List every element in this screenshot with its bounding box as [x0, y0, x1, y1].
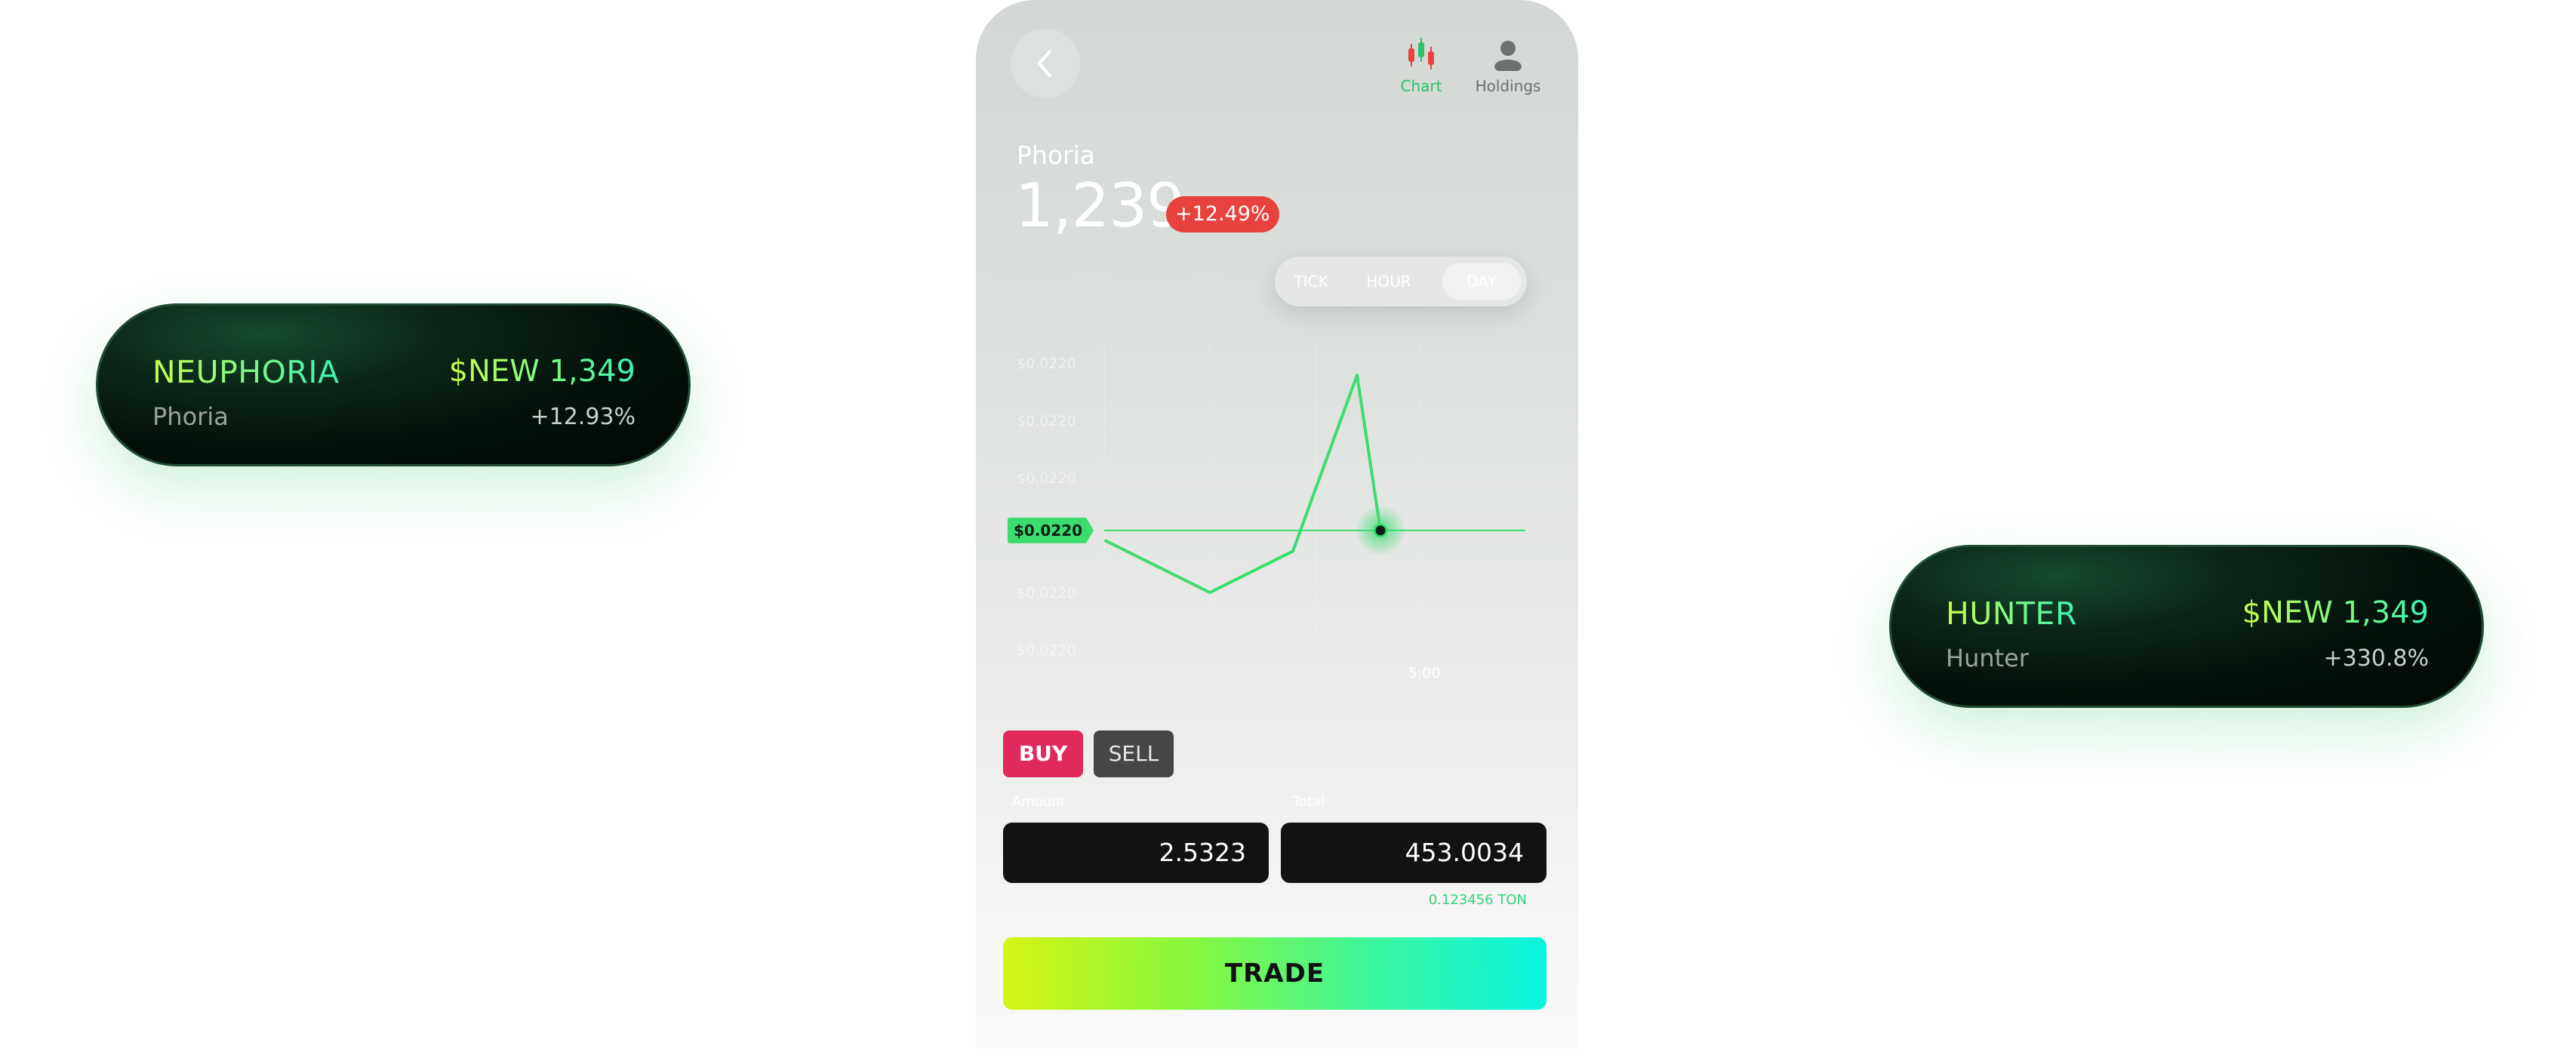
trade-button[interactable]: TRADE — [1003, 937, 1547, 1010]
ticker-subtitle: Hunter — [1946, 644, 2030, 672]
ticker-change: +12.93% — [530, 404, 636, 430]
x-tick-label: 5:00 — [1408, 665, 1441, 681]
timeframe-tick[interactable]: TICK — [1290, 257, 1332, 306]
user-icon — [1494, 41, 1522, 73]
asset-name: Phoria — [1017, 140, 1095, 170]
tab-holdings-label: Holdings — [1475, 77, 1541, 95]
price-points — [1355, 504, 1406, 556]
ticker-price: $NEW 1,349 — [2242, 595, 2429, 630]
y-tick-label: $0.0220 — [1017, 642, 1076, 659]
tab-holdings[interactable]: Holdings — [1467, 36, 1550, 95]
current-price-badge: $0.0220 — [1008, 517, 1094, 543]
ticker-price: $NEW 1,349 — [448, 354, 636, 389]
amount-input[interactable]: 2.5323 — [1003, 823, 1269, 883]
back-button[interactable] — [1011, 29, 1080, 98]
buy-button[interactable]: BUY — [1003, 731, 1083, 777]
candlestick-chart-icon — [1408, 38, 1434, 69]
ticker-name: NEUPHORIA — [152, 354, 340, 390]
y-tick-label: $0.0220 — [1017, 470, 1076, 487]
timeframe-selector: TICK HOUR DAY — [1275, 257, 1527, 306]
price-series-line — [1104, 374, 1382, 595]
ton-equivalent: 0.123456 TON — [1428, 892, 1527, 908]
timeframe-day[interactable]: DAY — [1442, 263, 1521, 300]
ticker-name: HUNTER — [1946, 595, 2077, 632]
ticker-subtitle: Phoria — [152, 402, 229, 431]
ticker-change: +330.8% — [2323, 645, 2429, 672]
live-point — [1373, 523, 1388, 538]
y-tick-label: $0.0220 — [1017, 355, 1076, 372]
total-label: Total — [1293, 794, 1325, 810]
ticker-card-hunter[interactable]: HUNTER $NEW 1,349 Hunter +330.8% — [1889, 545, 2484, 708]
total-input[interactable]: 453.0034 — [1281, 823, 1547, 883]
x-axis-ticks: 5:00 — [1408, 665, 1441, 681]
stage: NEUPHORIA $NEW 1,349 Phoria +12.93% HUNT… — [0, 0, 2576, 1049]
y-tick-label: $0.0220 — [1017, 413, 1076, 429]
timeframe-hour[interactable]: HOUR — [1362, 257, 1415, 306]
chevron-left-icon — [1038, 50, 1051, 77]
phone-screen: Chart Holdings Phoria 1,239 +12.49% TICK… — [976, 0, 1578, 1049]
current-price-label: $0.0220 — [1014, 521, 1082, 540]
price-change-badge: +12.49% — [1166, 196, 1279, 232]
asset-price: 1,239 — [1015, 171, 1185, 241]
tab-chart-label: Chart — [1400, 77, 1442, 95]
ticker-card-neuphoria[interactable]: NEUPHORIA $NEW 1,349 Phoria +12.93% — [96, 303, 691, 466]
sell-button[interactable]: SELL — [1094, 731, 1174, 777]
y-axis-ticks: $0.0220 $0.0220 $0.0220 $0.0220 $0.0220 — [1017, 355, 1076, 659]
tab-chart[interactable]: Chart — [1391, 36, 1451, 95]
price-chart: $0.0220 $0.0220 $0.0220 $0.0220 $0.0220 5:00… — [1008, 340, 1525, 681]
y-tick-label: $0.0220 — [1017, 585, 1076, 601]
amount-label: Amount — [1012, 794, 1066, 810]
